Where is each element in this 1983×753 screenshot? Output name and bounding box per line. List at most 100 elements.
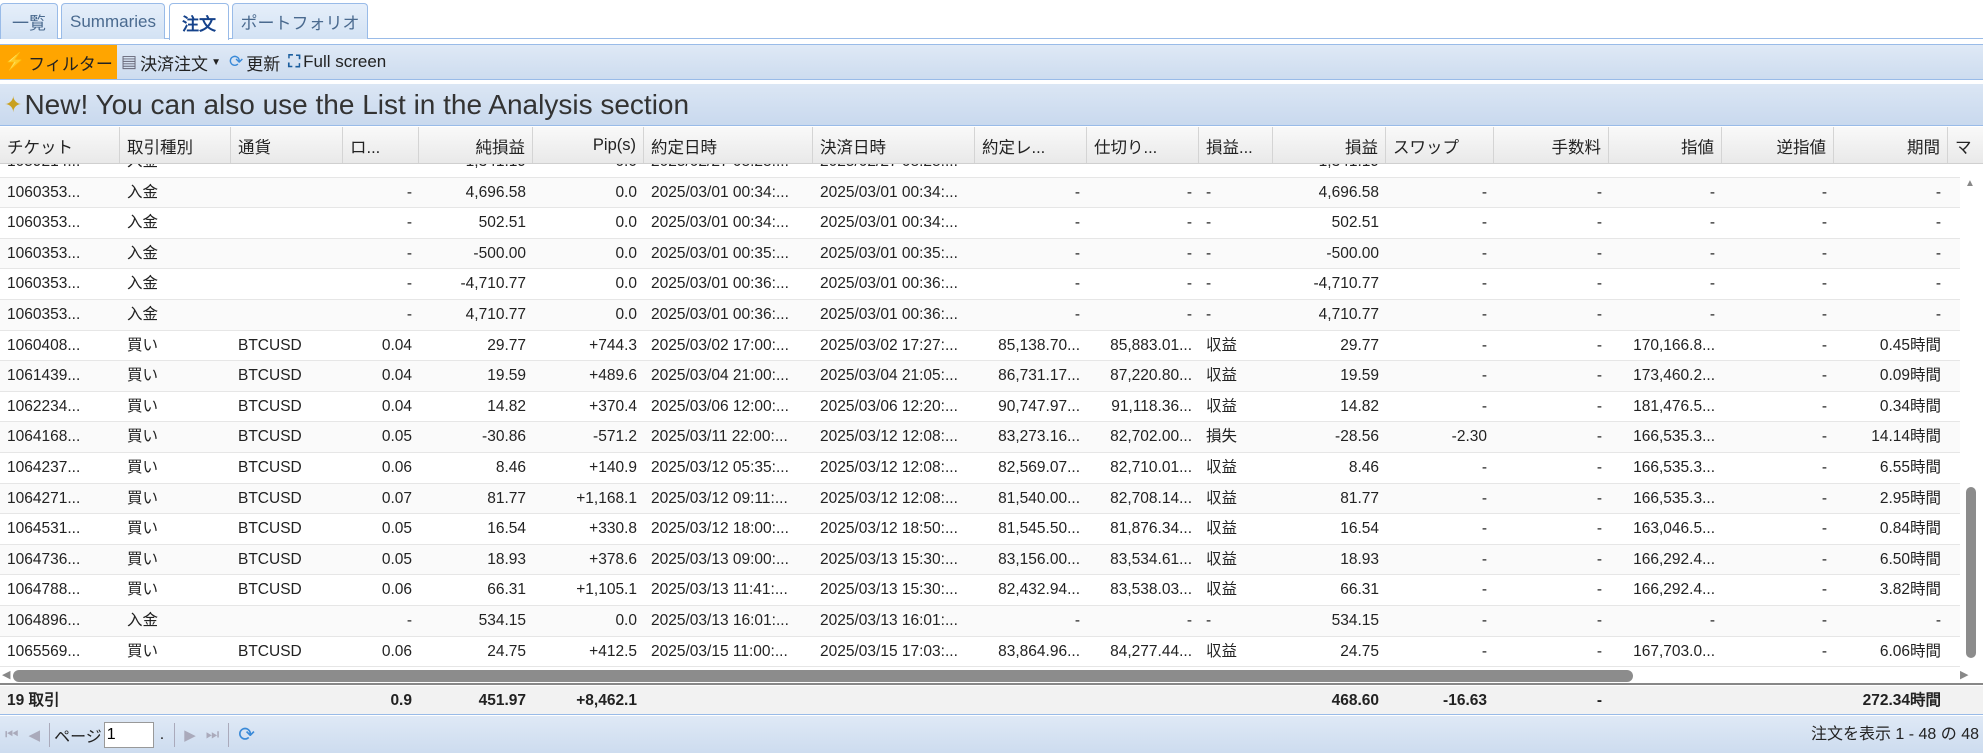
cell-type: 買い	[127, 489, 159, 507]
cell-stop: -	[1821, 275, 1827, 293]
cell-pl: 81.77	[1340, 489, 1379, 507]
table-row[interactable]: 1060353... 入金 - 502.51 0.0 2025/03/01 00:34:.…	[0, 208, 1960, 239]
table-row[interactable]: 1065569... 買い BTCUSD 0.06 24.75 +412.5 2025/03…	[0, 637, 1960, 667]
table-row[interactable]: 1064896... 入金 - 534.15 0.0 2025/03/13 16:01:.…	[0, 605, 1960, 637]
cell-pl: 18.93	[1340, 550, 1379, 568]
column-header-lots[interactable]: ロ...	[343, 127, 419, 163]
cell-type: 入金	[127, 183, 159, 201]
cell-swap: -	[1481, 183, 1487, 201]
cell-symbol: BTCUSD	[238, 581, 302, 599]
cell-commission: -	[1596, 489, 1602, 507]
cell-pl: -28.56	[1335, 428, 1379, 446]
cell-limit: 166,535.3...	[1633, 458, 1715, 476]
column-header-symbol[interactable]: 通貨	[231, 127, 343, 163]
cell-pips: +330.8	[589, 520, 637, 538]
refresh-button[interactable]: ⟳ 更新	[225, 45, 284, 79]
divider	[49, 722, 51, 747]
cell-open-time: 2025/03/01 00:35:...	[651, 244, 789, 262]
cell-result: -	[1206, 214, 1212, 232]
column-header-pl[interactable]: 損益	[1273, 127, 1386, 163]
column-header-stop[interactable]: 逆指値	[1722, 127, 1834, 163]
vertical-scrollbar[interactable]: ▲	[1960, 164, 1983, 667]
column-header-ticket[interactable]: チケット	[0, 127, 120, 163]
cell-duration: 6.55時間	[1879, 458, 1941, 476]
banner-text: New! You can also use the List in the An…	[24, 88, 690, 120]
announcement-banner[interactable]: ✦ New! You can also use the List in the …	[0, 84, 1983, 126]
tab-list[interactable]: 一覧	[0, 3, 58, 39]
tab-portfolio[interactable]: ポートフォリオ	[232, 3, 368, 39]
first-page-icon[interactable]: ⏮	[0, 726, 24, 743]
cell-open-time: 2025/03/01 00:34:...	[651, 214, 789, 232]
cell-limit: -	[1709, 305, 1715, 323]
scroll-right-icon[interactable]: ▶	[1960, 668, 1968, 681]
table-row[interactable]: 1060408... 買い BTCUSD 0.04 29.77 +744.3 2025/03…	[0, 331, 1960, 362]
cell-ticket: 1064788...	[7, 581, 81, 599]
cell-limit: 166,292.4...	[1633, 550, 1715, 568]
table-row[interactable]: 1060353... 入金 - 4,696.58 0.0 2025/03/01 00:34…	[0, 177, 1960, 209]
cell-close-time: 2025/03/04 21:05:...	[820, 367, 958, 385]
last-page-icon[interactable]: ⏭	[201, 726, 225, 743]
cell-open-price: 83,156.00...	[998, 550, 1080, 568]
column-header-commission[interactable]: 手数料	[1494, 127, 1609, 163]
cell-pips: -571.2	[593, 428, 637, 446]
column-header-pips[interactable]: Pip(s)	[533, 127, 644, 163]
cell-duration: 2.95時間	[1879, 489, 1941, 507]
fullscreen-button[interactable]: ⛶ Full screen	[284, 45, 390, 79]
table-row[interactable]: 1064736... 買い BTCUSD 0.05 18.93 +378.6 2025/03…	[0, 544, 1960, 576]
column-header-swap[interactable]: スワップ	[1386, 127, 1494, 163]
cell-close-time: 2025/03/12 18:50:...	[820, 520, 958, 538]
cell-lots: -	[343, 164, 419, 177]
table-row[interactable]: 1061439... 買い BTCUSD 0.04 19.59 +489.6 2025/03…	[0, 361, 1960, 392]
column-header-limit[interactable]: 指値	[1609, 127, 1722, 163]
cell-lots: 0.05	[381, 550, 412, 568]
close-order-button[interactable]: ▤ 決済注文 ▼	[117, 45, 225, 79]
scroll-up-icon[interactable]: ▲	[1965, 178, 1975, 189]
tab-summaries[interactable]: Summaries	[61, 3, 165, 39]
page-input[interactable]	[103, 721, 154, 748]
refresh-icon[interactable]: ⟳	[233, 722, 260, 747]
table-row[interactable]: 1064168... 買い BTCUSD 0.05 -30.86 -571.2 2025/0…	[0, 422, 1960, 453]
page-total: .	[159, 725, 165, 743]
column-header-net-pl[interactable]: 純損益	[419, 127, 533, 163]
cell-pl: 66.31	[1340, 581, 1379, 599]
vertical-scroll-thumb[interactable]	[1966, 487, 1976, 658]
cell-open-time: 2025/03/13 09:00:...	[651, 550, 789, 568]
table-row[interactable]: 1059214...入金--1,341.190.02025/02/27 08:2…	[0, 164, 1960, 178]
cell-pl: 29.77	[1340, 336, 1379, 354]
next-page-icon[interactable]: ▶	[179, 726, 201, 744]
scroll-left-icon[interactable]: ◀	[2, 668, 10, 681]
cell-net-pl: 16.54	[487, 520, 526, 538]
cell-close-time: 2025/02/27 08:28:...	[813, 164, 975, 177]
column-header-close-time[interactable]: 決済日時	[813, 127, 975, 163]
cell-stop: -	[1821, 550, 1827, 568]
cell-pips: +1,105.1	[576, 581, 637, 599]
table-row[interactable]: 1064271... 買い BTCUSD 0.07 81.77 +1,168.1 2025/…	[0, 483, 1960, 515]
pager: ⏮ ◀ ページ . ▶ ⏭ ⟳ 注文を表示 1 - 48 の 48	[0, 716, 1983, 753]
table-row[interactable]: 1064531... 買い BTCUSD 0.05 16.54 +330.8 2025/03…	[0, 514, 1960, 545]
cell-close-price: -	[1186, 214, 1192, 232]
prev-page-icon[interactable]: ◀	[24, 726, 46, 744]
column-header-type[interactable]: 取引種別	[120, 127, 231, 163]
column-header-result[interactable]: 損益...	[1199, 127, 1273, 163]
cell-pl: 16.54	[1340, 520, 1379, 538]
column-header-open-time[interactable]: 約定日時	[644, 127, 813, 163]
cell-open-price: -	[1074, 275, 1080, 293]
horizontal-scroll-thumb[interactable]	[13, 670, 1633, 682]
table-row[interactable]: 1060353... 入金 - -500.00 0.0 2025/03/01 00:35:…	[0, 238, 1960, 270]
table-row[interactable]: 1060353... 入金 - -4,710.77 0.0 2025/03/01 00:3…	[0, 269, 1960, 300]
cell-duration: -	[1935, 275, 1941, 293]
table-row[interactable]: 1064788... 買い BTCUSD 0.06 66.31 +1,105.1 2025/…	[0, 575, 1960, 606]
column-header-duration[interactable]: 期間	[1834, 127, 1948, 163]
column-header-open-price[interactable]: 約定レ...	[975, 127, 1087, 163]
table-row[interactable]: 1062234... 買い BTCUSD 0.04 14.82 +370.4 2025/03…	[0, 392, 1960, 423]
table-row[interactable]: 1060353... 入金 - 4,710.77 0.0 2025/03/01 00:36…	[0, 299, 1960, 331]
summary-row: 19 取引 0.9 451.97 +8,462.1 468.60 -16.63 - 272.3…	[0, 686, 1983, 715]
table-row[interactable]: 1064237... 買い BTCUSD 0.06 8.46 +140.9 2025/03/…	[0, 453, 1960, 484]
tab-orders[interactable]: 注文	[169, 3, 229, 40]
cell-close-price: 83,538.03...	[1110, 581, 1192, 599]
horizontal-scrollbar[interactable]: ◀ ▶	[0, 667, 1983, 685]
column-header-margin[interactable]: マ	[1948, 127, 1983, 163]
column-header-close-price[interactable]: 仕切り...	[1087, 127, 1199, 163]
cell-net-pl: 66.31	[487, 581, 526, 599]
filter-button[interactable]: ⚡ フィルター	[0, 45, 117, 79]
